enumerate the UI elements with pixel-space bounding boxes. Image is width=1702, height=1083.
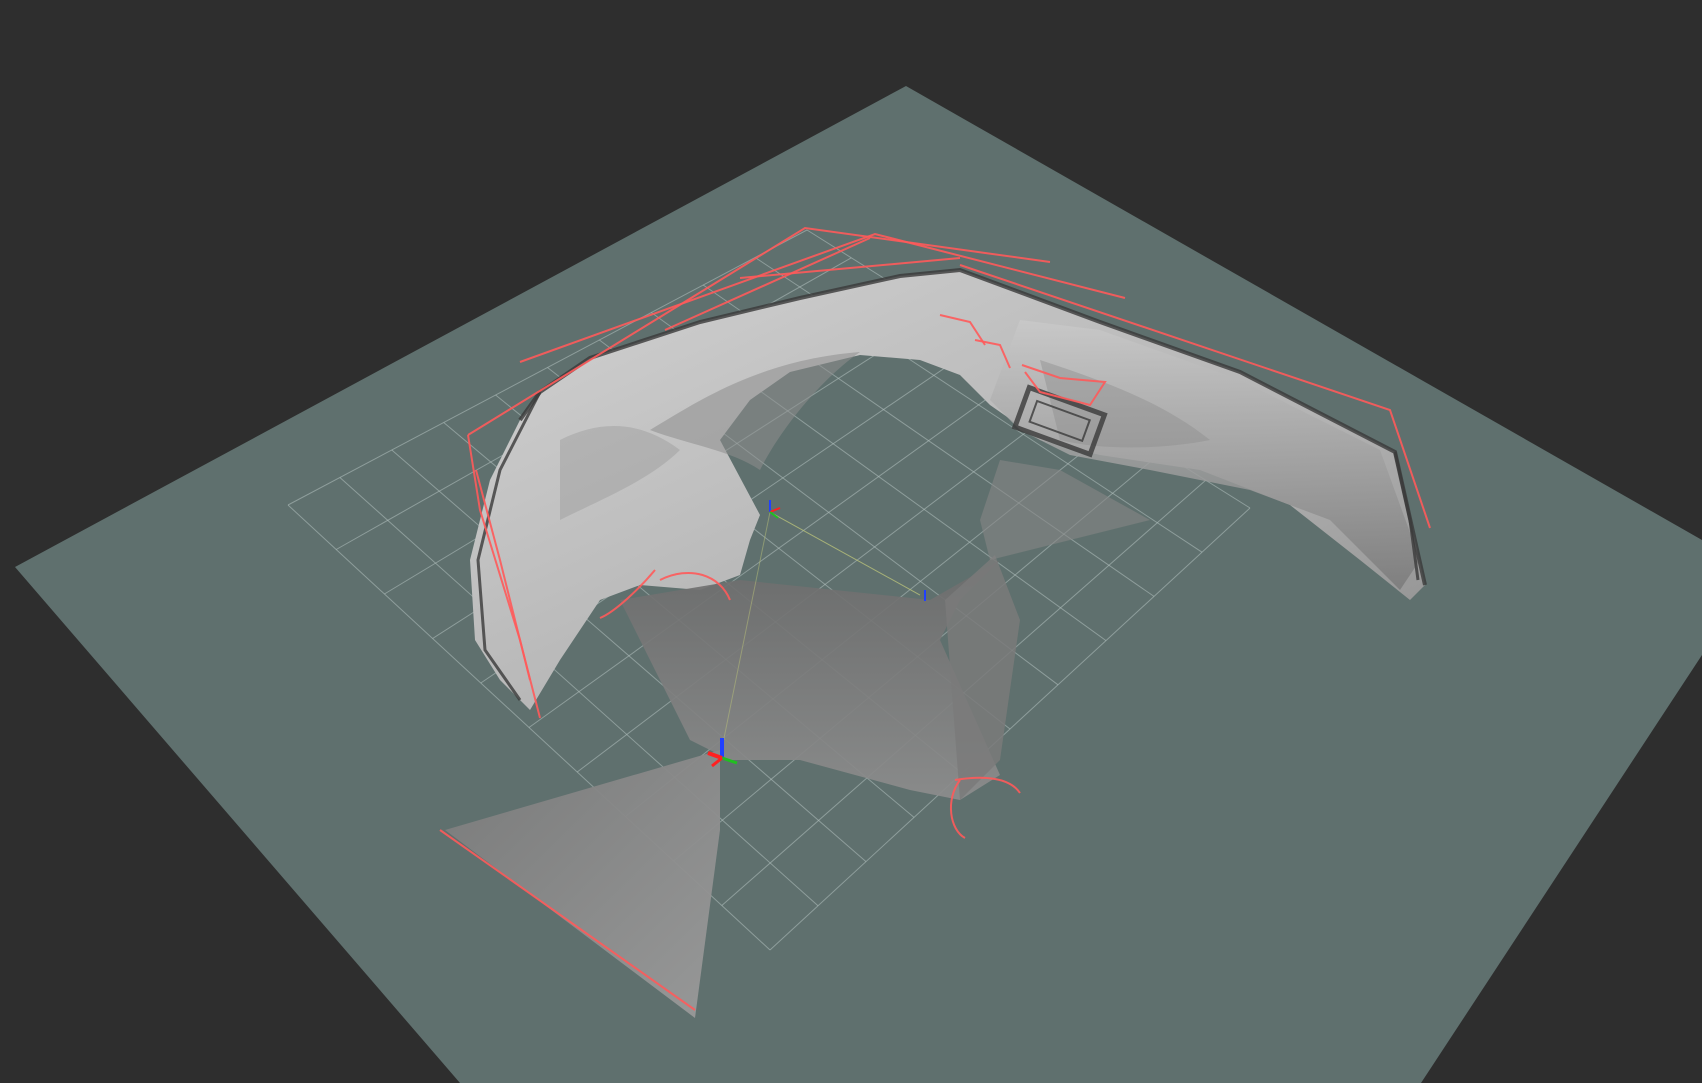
3d-viewport[interactable] [0, 0, 1702, 1083]
render-canvas[interactable] [0, 0, 1702, 1083]
